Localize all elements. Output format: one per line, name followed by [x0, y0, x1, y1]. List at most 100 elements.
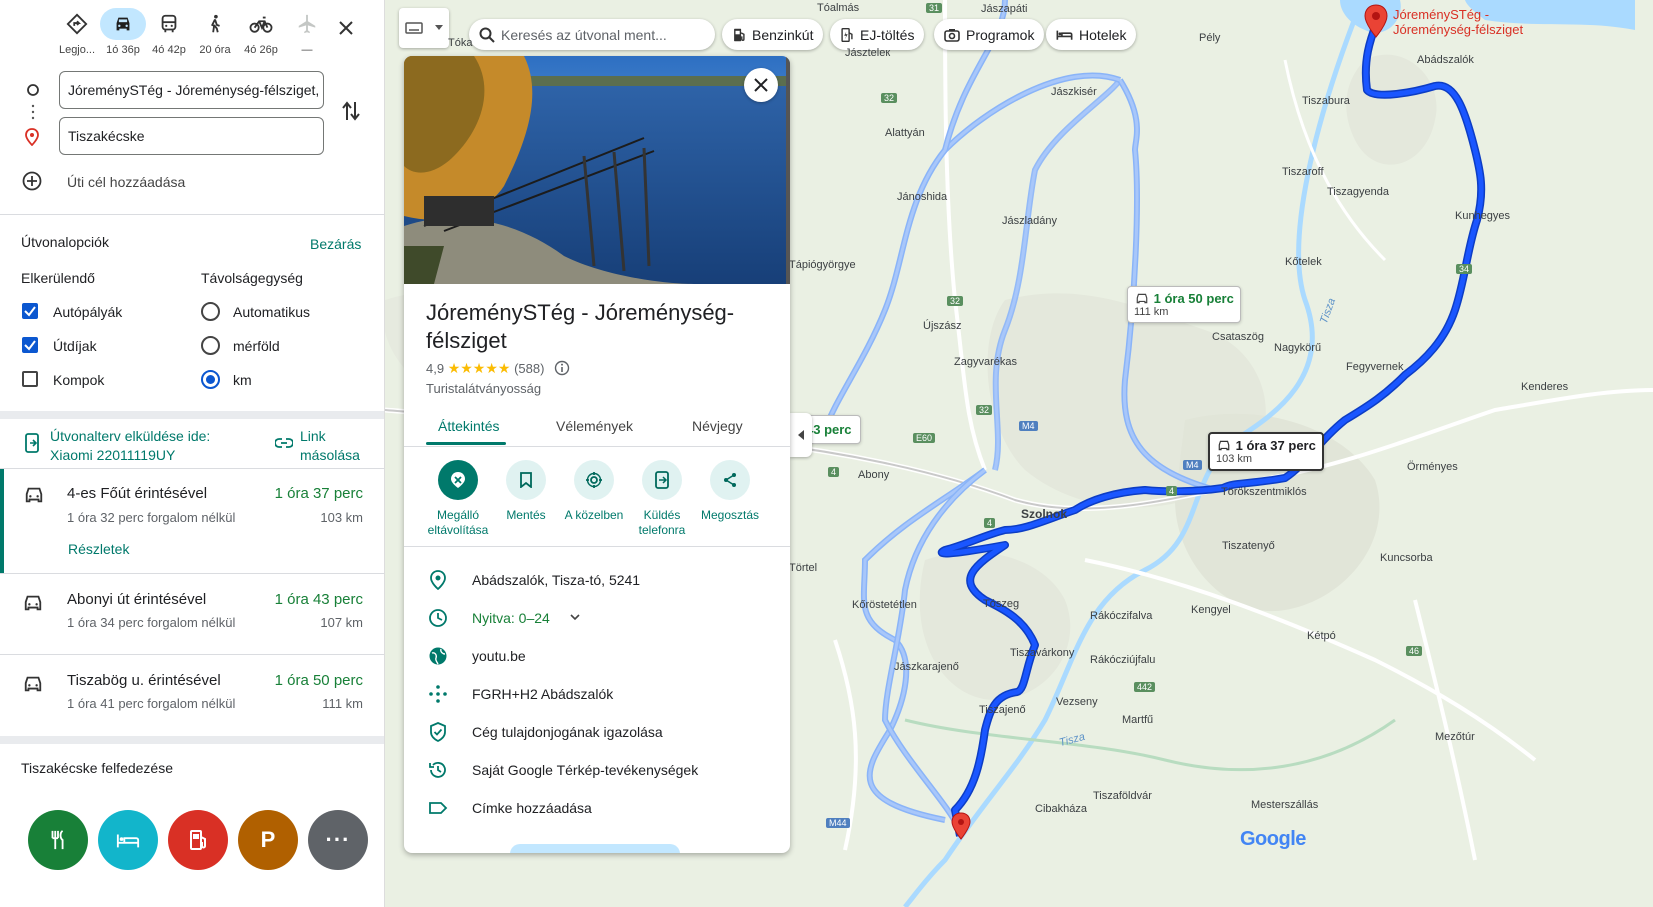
explore-gas-button[interactable]	[168, 810, 228, 870]
mode-transit-label: 4ó 42p	[152, 44, 186, 56]
mode-best[interactable]: Legjo...	[54, 8, 100, 56]
diamond-route-icon	[66, 13, 88, 35]
avoid-tolls-label: Útdíjak	[53, 338, 97, 354]
info-pluscode[interactable]: FGRH+H2 Abádszalók	[404, 676, 790, 714]
unit-miles-label: mérföld	[233, 338, 280, 354]
copy-link-line1: Link	[300, 428, 326, 444]
add-destination-button[interactable]: Úti cél hozzáadása	[67, 174, 185, 190]
route-time-box-selected[interactable]: 1 óra 37 perc 103 km	[1208, 432, 1324, 471]
origin-pin-icon[interactable]	[951, 812, 971, 840]
close-options-button[interactable]: Bezárás	[310, 236, 361, 252]
route-option-2[interactable]: Abonyi út érintésével 1 óra 43 perc 1 ór…	[0, 574, 384, 654]
unit-auto-radio[interactable]	[201, 302, 220, 321]
route-time-box-alt[interactable]: 1 óra 50 perc 111 km	[1127, 286, 1241, 323]
action-remove-stop[interactable]: Megálló eltávolítása	[424, 460, 492, 538]
close-directions-button[interactable]	[338, 16, 354, 42]
add-destination-icon[interactable]	[22, 171, 42, 191]
map-canvas[interactable]: Keresés az útvonal ment... Benzinkút EJ-…	[385, 0, 1653, 907]
route-details-button[interactable]: Részletek	[68, 541, 129, 557]
origin-circle-icon	[27, 84, 39, 96]
car-icon	[116, 17, 130, 31]
copy-link-line2: másolása	[300, 447, 360, 463]
info-website[interactable]: youtu.be	[404, 638, 790, 676]
chip-gas-stations[interactable]: Benzinkút	[722, 19, 824, 50]
action-share[interactable]: Megosztás	[696, 460, 764, 523]
explore-hotels-button[interactable]	[98, 810, 158, 870]
unit-km-radio[interactable]	[201, 370, 220, 389]
info-hours[interactable]: Nyitva: 0–24	[404, 600, 790, 638]
route-search-input[interactable]: Keresés az útvonal ment...	[469, 19, 715, 50]
place-label: Örményes	[1407, 461, 1458, 473]
card-bottom-button[interactable]	[510, 844, 680, 853]
tab-overview[interactable]: Áttekintés	[438, 418, 499, 434]
caret-down-icon	[435, 25, 443, 30]
section-divider	[0, 736, 384, 744]
history-icon	[429, 762, 446, 778]
unit-miles-radio[interactable]	[201, 336, 220, 355]
chip-events[interactable]: Programok	[934, 19, 1045, 50]
route-box-time: 1 óra 37 perc	[1235, 438, 1316, 453]
avoid-tolls-checkbox[interactable]	[22, 337, 38, 353]
road-number: 32	[976, 405, 993, 415]
rating-row[interactable]: 4,9 ★★★★★ (588)	[426, 360, 570, 377]
close-card-button[interactable]	[744, 68, 778, 102]
place-label: Kőröstetétlen	[852, 599, 917, 611]
mode-car-label: 1ó 36p	[106, 44, 140, 56]
tab-reviews[interactable]: Vélemények	[556, 418, 633, 434]
place-label: Martfű	[1122, 714, 1154, 726]
place-label: Mezőtúr	[1435, 731, 1475, 743]
swap-icon[interactable]	[341, 100, 361, 122]
info-icon[interactable]	[554, 360, 570, 376]
distance-unit-title: Távolságegység	[201, 270, 303, 286]
action-send-to-phone[interactable]: Küldés telefonra	[628, 460, 696, 538]
explore-more-button[interactable]: ···	[308, 810, 368, 870]
destination-input[interactable]: Tiszakécske	[59, 117, 324, 155]
tab-about[interactable]: Névjegy	[692, 418, 743, 434]
action-label: A közelben	[564, 508, 624, 522]
explore-restaurants-button[interactable]	[28, 810, 88, 870]
road-number: M44	[826, 818, 850, 828]
hotel-icon	[116, 834, 140, 848]
copy-link-button[interactable]: Link másolása	[300, 427, 360, 465]
info-activity[interactable]: Saját Google Térkép-tevékenységek	[404, 752, 790, 790]
mode-car[interactable]: 1ó 36p	[100, 8, 146, 56]
explore-title: Tiszakécske felfedezése	[21, 760, 173, 776]
info-claim[interactable]: Cég tulajdonjogának igazolása	[404, 714, 790, 752]
explore-parking-button[interactable]: P	[238, 810, 298, 870]
destination-pin-icon	[25, 128, 39, 146]
route-option-1[interactable]: 4-es Főút érintésével 1 óra 37 perc 1 ór…	[0, 469, 384, 573]
mode-transit[interactable]: 4ó 42p	[146, 8, 192, 56]
avoid-highways-checkbox[interactable]	[22, 303, 38, 319]
place-label: Fegyvernek	[1346, 361, 1404, 373]
action-label: Megálló eltávolítása	[427, 508, 489, 537]
destination-map-label: JóreménySTég - Jóreménység-félsziget	[1393, 7, 1523, 37]
chip-hotels-label: Hotelek	[1079, 26, 1127, 43]
mode-bike[interactable]: 4ó 26p	[238, 8, 284, 56]
hours-text: Nyitva: 0–24	[472, 610, 550, 626]
place-label: Tiszaroff	[1282, 166, 1324, 178]
chip-hotels[interactable]: Hotelek	[1046, 19, 1137, 50]
action-nearby[interactable]: A közelben	[560, 460, 628, 523]
label-icon	[429, 802, 448, 814]
google-logo: Google	[1240, 828, 1306, 851]
mode-flight[interactable]: —	[284, 8, 330, 56]
plus-code-icon	[429, 685, 447, 703]
origin-input[interactable]: JóreménySTég - Jóreménység-félsziget,	[59, 71, 324, 109]
info-label[interactable]: Címke hozzáadása	[404, 790, 790, 828]
send-route-button[interactable]: Útvonalterv elküldése ide: Xiaomi 2201111…	[50, 427, 210, 465]
chip-ev-charging[interactable]: EJ-töltés	[830, 19, 925, 50]
chevron-down-icon[interactable]	[570, 614, 580, 622]
avoid-ferries-checkbox[interactable]	[22, 371, 38, 387]
place-photo[interactable]	[404, 56, 790, 284]
mode-walk[interactable]: 20 óra	[192, 8, 238, 56]
info-address[interactable]: Abádszalók, Tisza-tó, 5241	[404, 562, 790, 600]
collapse-card-button[interactable]	[790, 413, 812, 457]
route-option-3[interactable]: Tiszabög u. érintésével 1 óra 50 perc 1 …	[0, 655, 384, 735]
chip-events-label: Programok	[966, 26, 1035, 43]
destination-pin-icon[interactable]	[1364, 4, 1388, 38]
action-save[interactable]: Mentés	[492, 460, 560, 523]
route-time: 1 óra 50 perc	[274, 672, 363, 689]
place-category[interactable]: Turistalátványosság	[426, 381, 541, 396]
keyboard-toggle-button[interactable]	[399, 8, 449, 48]
route-name: Tiszabög u. érintésével	[67, 672, 221, 689]
